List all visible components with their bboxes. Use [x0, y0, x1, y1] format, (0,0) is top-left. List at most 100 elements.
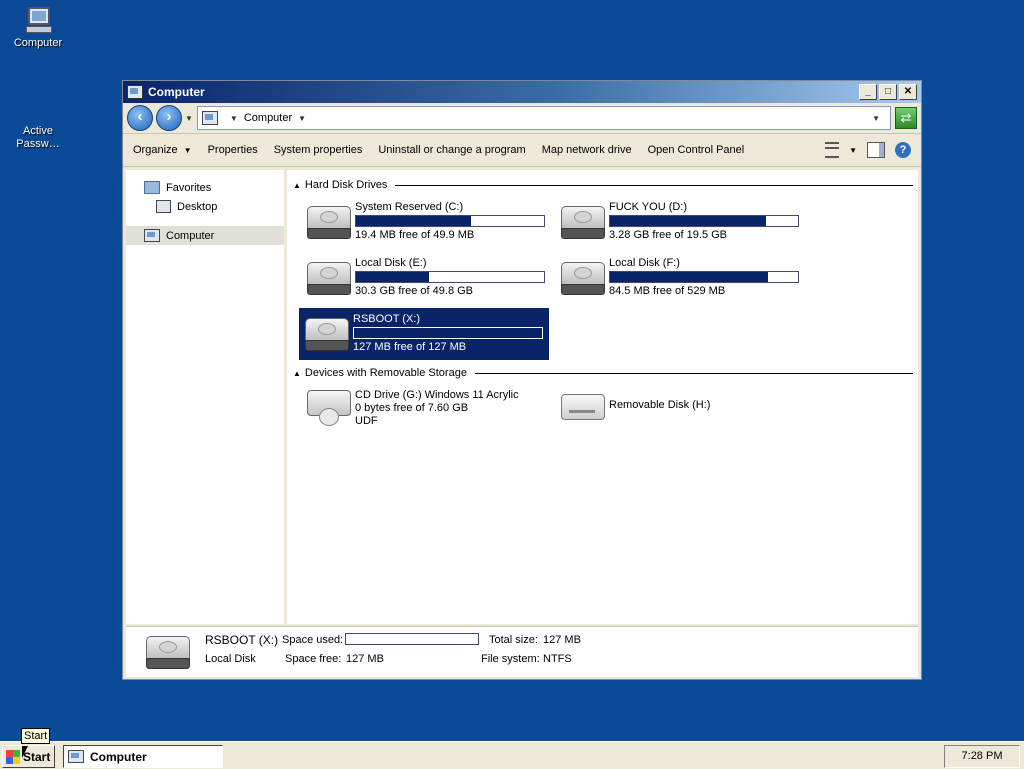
space-free-label: Space free:: [285, 653, 342, 665]
drive-c[interactable]: System Reserved (C:) 19.4 MB free of 49.…: [301, 196, 551, 248]
drive-usage-bar: [353, 327, 543, 339]
collapse-icon[interactable]: ▲: [293, 369, 301, 378]
drive-name: CD Drive (G:) Windows 11 Acrylic: [355, 389, 519, 401]
favorites-icon: [144, 181, 160, 194]
collapse-icon[interactable]: ▲: [293, 181, 301, 190]
taskbar: Start Computer 7:28 PM: [0, 741, 1024, 769]
drive-name: Local Disk (F:): [609, 257, 680, 269]
change-view-icon[interactable]: [825, 142, 840, 158]
drive-free-space: 84.5 MB free of 529 MB: [609, 285, 726, 297]
desktop-icon: [156, 200, 171, 213]
command-bar: Organize ▼ Properties System properties U…: [123, 134, 921, 167]
drive-name: RSBOOT (X:): [353, 313, 421, 325]
view-options-chevron-icon[interactable]: ▼: [849, 146, 857, 155]
explorer-window: Computer _ □ ✕ ‹ › ▼ ▼ Computer ▼ ▼ ⇄ Or…: [122, 80, 922, 680]
drive-usage-fill: [610, 272, 768, 282]
chevron-down-icon[interactable]: ▼: [298, 114, 306, 123]
drive-file-system: UDF: [355, 415, 378, 427]
system-properties-button[interactable]: System properties: [274, 144, 363, 156]
open-control-panel-button[interactable]: Open Control Panel: [648, 144, 745, 156]
drive-h-removable[interactable]: Removable Disk (H:): [555, 380, 805, 436]
group-header-removable[interactable]: ▲ Devices with Removable Storage: [293, 367, 913, 379]
desktop-icon-active-password[interactable]: Active Passw…: [0, 125, 76, 151]
minimize-button[interactable]: _: [859, 84, 877, 100]
drive-usage-bar: [355, 215, 545, 227]
drive-free-space: 3.28 GB free of 19.5 GB: [609, 229, 728, 241]
drive-f[interactable]: Local Disk (F:) 84.5 MB free of 529 MB: [555, 252, 805, 304]
drive-e[interactable]: Local Disk (E:) 30.3 GB free of 49.8 GB: [301, 252, 551, 304]
computer-icon: [25, 6, 52, 33]
details-type: Local Disk: [205, 653, 256, 665]
nav-item-label: Computer: [166, 229, 215, 242]
refresh-button[interactable]: ⇄: [895, 107, 917, 129]
drive-x-selected[interactable]: RSBOOT (X:) 127 MB free of 127 MB: [299, 308, 549, 360]
desktop-icon-label: Computer: [13, 37, 63, 49]
drive-list: ▲ Hard Disk Drives System Reserved (C:) …: [287, 170, 918, 624]
maximize-button[interactable]: □: [879, 84, 897, 100]
computer-icon: [144, 229, 160, 242]
drive-free-space: 19.4 MB free of 49.9 MB: [355, 229, 475, 241]
drive-free-space: 0 bytes free of 7.60 GB: [355, 402, 469, 414]
desktop-icon-label: Active Passw…: [16, 125, 60, 150]
group-header-hard-disk[interactable]: ▲ Hard Disk Drives: [293, 179, 913, 191]
address-dropdown-icon[interactable]: ▼: [872, 114, 880, 123]
history-dropdown-icon[interactable]: ▼: [185, 114, 193, 123]
start-button[interactable]: Start: [2, 745, 55, 768]
space-used-label: Space used:: [282, 634, 344, 646]
organize-button[interactable]: Organize ▼: [133, 144, 192, 156]
hard-drive-icon: [307, 262, 351, 296]
nav-item-label: Favorites: [166, 181, 212, 194]
space-free-value: 127 MB: [346, 653, 384, 665]
mouse-cursor-icon: [22, 746, 28, 758]
forward-button[interactable]: ›: [156, 105, 182, 131]
clock[interactable]: 7:28 PM: [944, 745, 1020, 768]
drive-name: Removable Disk (H:): [609, 399, 711, 411]
file-system-label: File system:: [481, 653, 540, 665]
properties-button[interactable]: Properties: [208, 144, 258, 156]
drive-free-space: 127 MB free of 127 MB: [353, 341, 467, 353]
group-title: Hard Disk Drives: [304, 179, 388, 191]
explorer-body: Favorites Desktop Computer ▲ Hard Disk D…: [126, 170, 918, 624]
hard-drive-icon: [561, 262, 605, 296]
map-network-drive-button[interactable]: Map network drive: [542, 144, 632, 156]
nav-item-desktop[interactable]: Desktop: [126, 197, 284, 216]
hard-drive-icon: [305, 318, 349, 352]
navigation-pane: Favorites Desktop Computer: [126, 170, 287, 624]
chevron-down-icon[interactable]: ▼: [230, 114, 238, 123]
computer-icon: [127, 85, 143, 99]
taskbar-button-computer[interactable]: Computer: [63, 745, 223, 768]
title-bar[interactable]: Computer _ □ ✕: [123, 81, 921, 103]
hard-drive-icon: [146, 636, 190, 670]
address-bar: ‹ › ▼ ▼ Computer ▼ ▼ ⇄: [123, 103, 921, 134]
taskbar-button-label: Computer: [90, 749, 147, 764]
nav-item-label: Desktop: [177, 200, 218, 213]
drive-usage-bar: [355, 271, 545, 283]
address-box[interactable]: ▼ Computer ▼ ▼: [196, 106, 891, 130]
back-button[interactable]: ‹: [127, 105, 153, 131]
drive-usage-bar: [609, 271, 799, 283]
close-button[interactable]: ✕: [899, 84, 917, 100]
total-size-value: 127 MB: [543, 634, 581, 646]
details-title: RSBOOT (X:): [205, 633, 279, 647]
uninstall-program-button[interactable]: Uninstall or change a program: [378, 144, 525, 156]
desktop-icon-computer[interactable]: Computer: [0, 6, 76, 49]
drive-name: Local Disk (E:): [355, 257, 427, 269]
drive-name: System Reserved (C:): [355, 201, 464, 213]
help-icon[interactable]: ?: [895, 142, 911, 158]
drive-free-space: 30.3 GB free of 49.8 GB: [355, 285, 474, 297]
drive-name: FUCK YOU (D:): [609, 201, 688, 213]
nav-item-favorites[interactable]: Favorites: [126, 178, 284, 197]
start-tooltip: Start: [21, 728, 51, 744]
drive-usage-fill: [356, 272, 430, 282]
nav-item-computer[interactable]: Computer: [126, 226, 284, 245]
breadcrumb-computer[interactable]: Computer: [244, 112, 292, 124]
computer-icon: [201, 111, 218, 125]
drive-usage-bar: [609, 215, 799, 227]
computer-icon: [68, 750, 84, 763]
drive-d[interactable]: FUCK YOU (D:) 3.28 GB free of 19.5 GB: [555, 196, 805, 248]
drive-g-cd[interactable]: CD Drive (G:) Windows 11 Acrylic 0 bytes…: [301, 380, 551, 436]
cd-drive-icon: [307, 390, 351, 426]
details-usage-bar: [345, 633, 479, 645]
preview-pane-icon[interactable]: [867, 142, 885, 158]
hard-drive-icon: [561, 206, 605, 240]
